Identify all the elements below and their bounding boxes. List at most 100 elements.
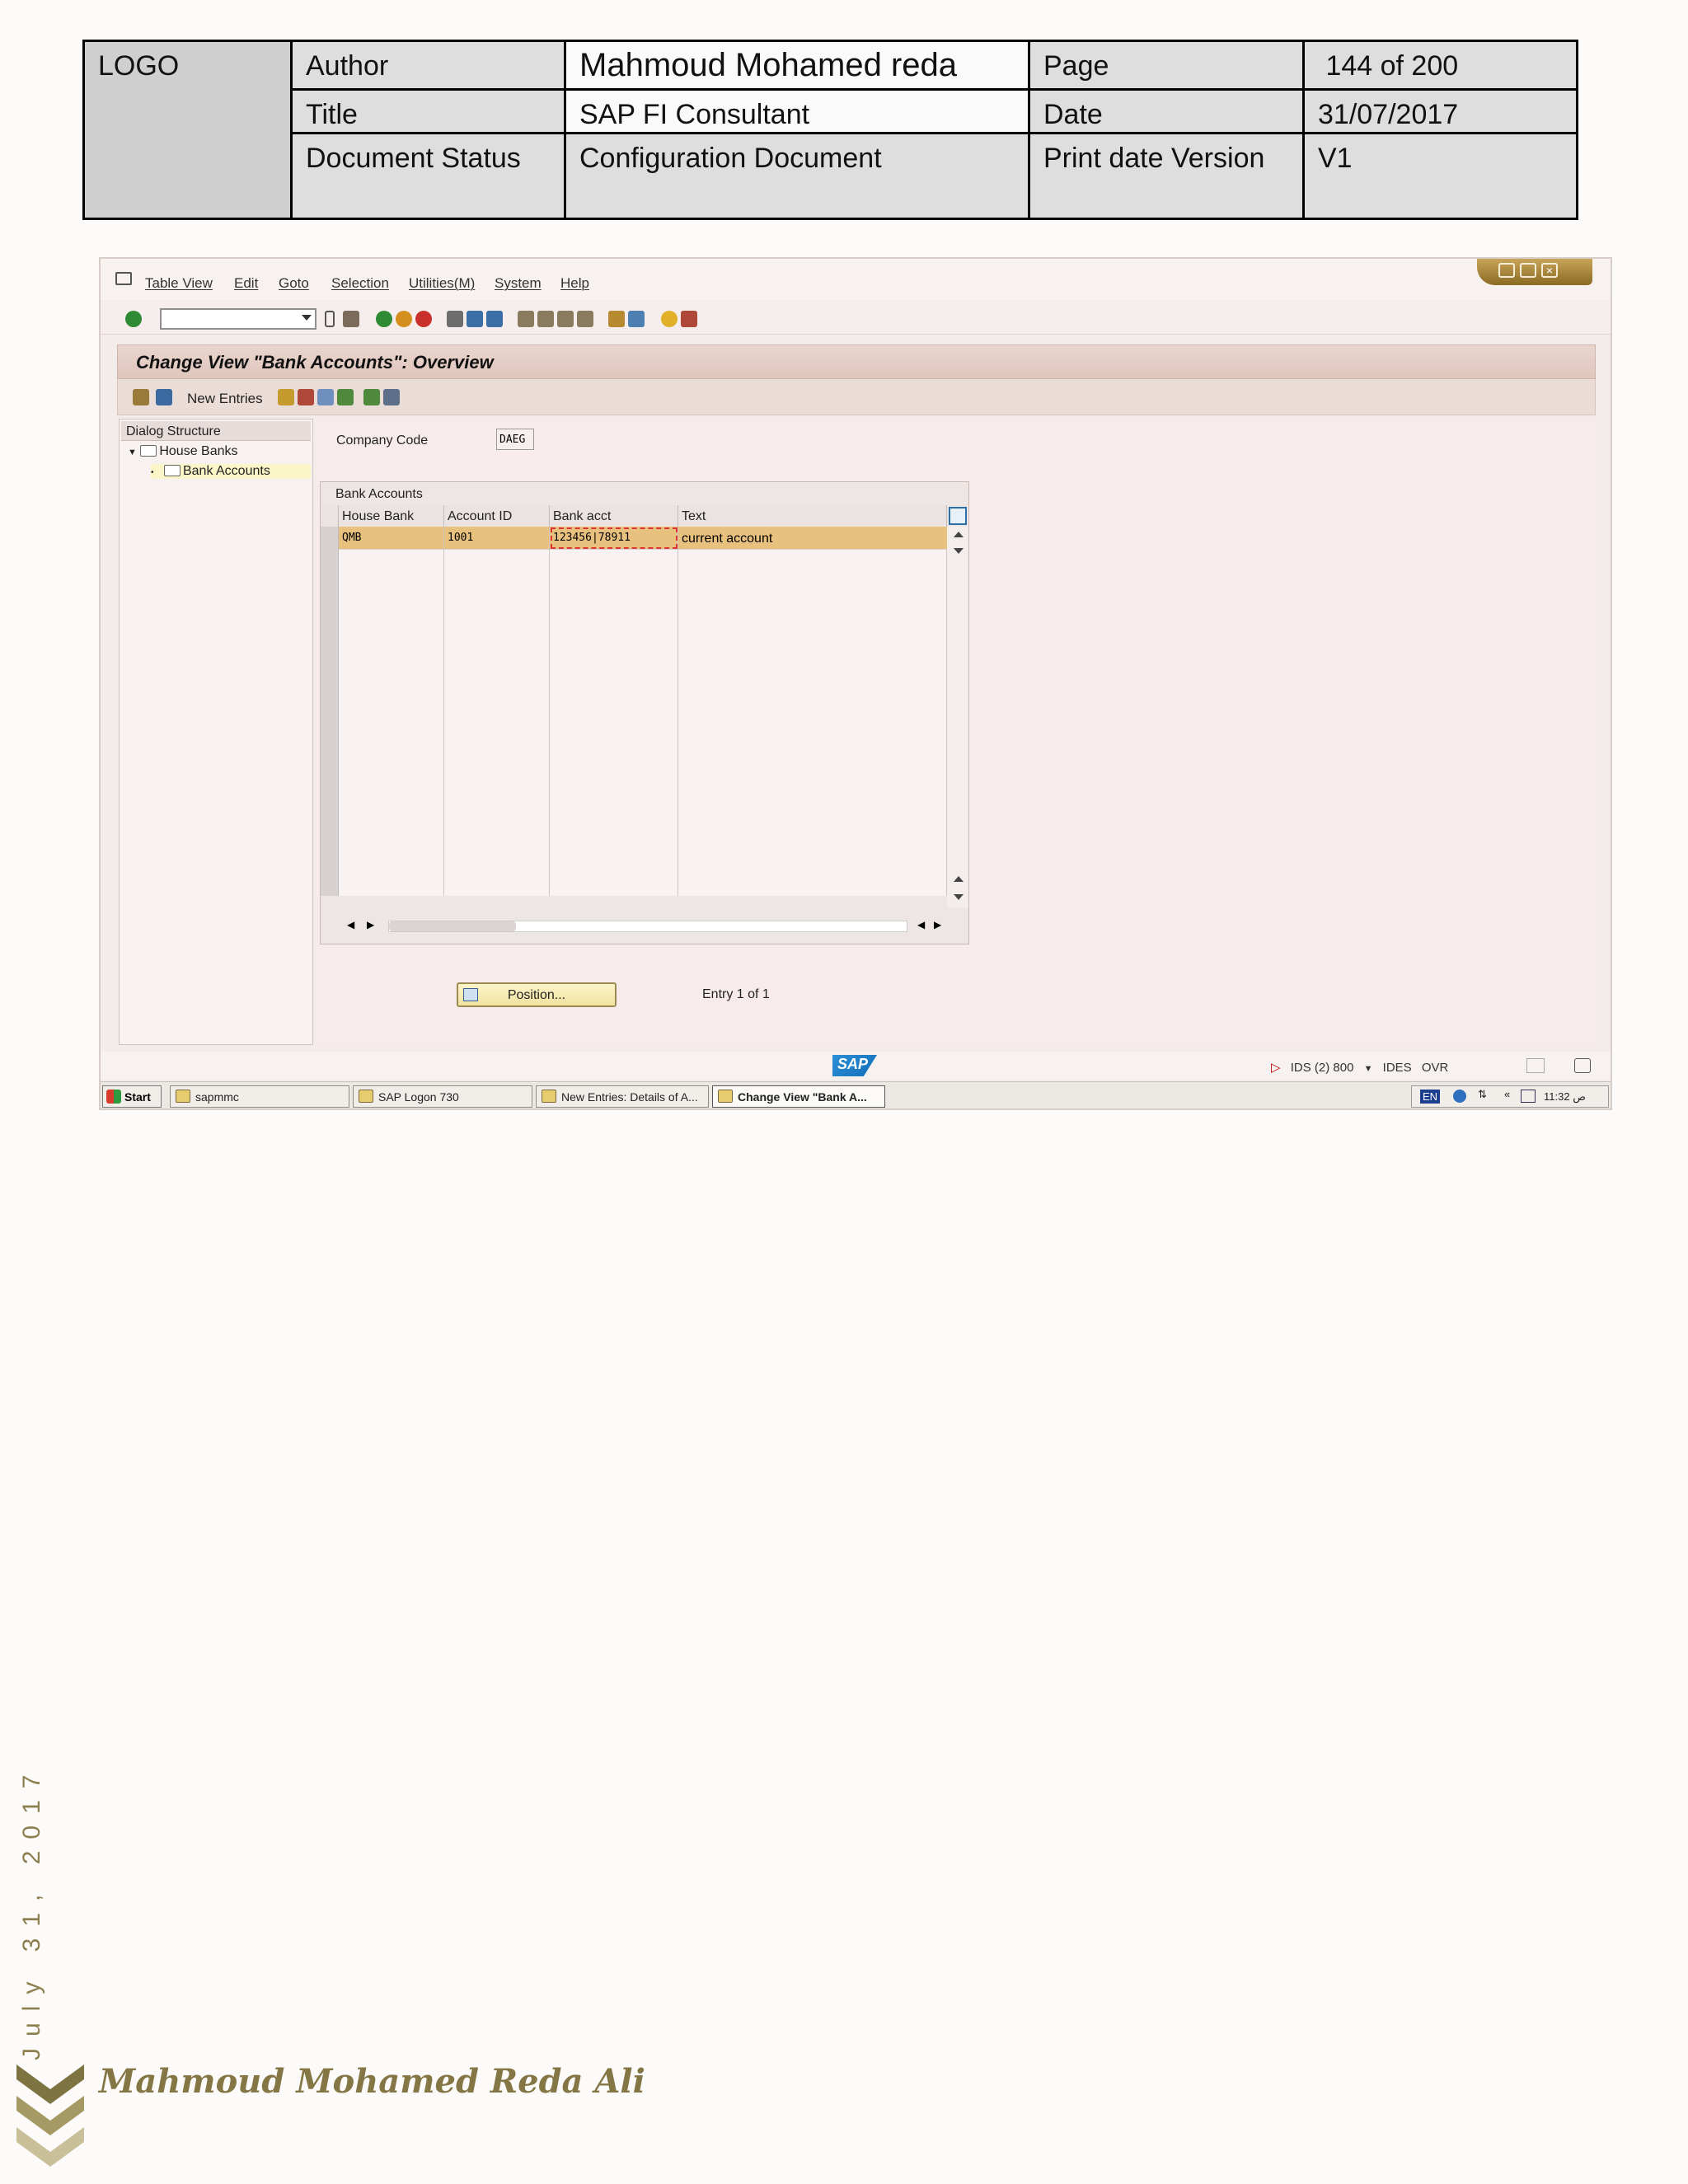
empty-cell[interactable]	[678, 619, 947, 642]
row-selector[interactable]	[321, 665, 339, 688]
new-entries-button[interactable]: New Entries	[187, 391, 263, 407]
table-row-empty[interactable]	[321, 619, 947, 642]
row-selector[interactable]	[321, 873, 339, 896]
column-header-house-bank[interactable]: House Bank	[339, 505, 444, 527]
empty-cell[interactable]	[444, 596, 550, 619]
empty-cell[interactable]	[678, 711, 947, 734]
minimize-icon[interactable]	[1498, 263, 1515, 278]
empty-cell[interactable]	[444, 711, 550, 734]
deselect-all-icon[interactable]	[383, 389, 400, 405]
task-change-view[interactable]: Change View "Bank A...	[712, 1085, 885, 1108]
scroll-right-end-icon[interactable]: ▶	[934, 919, 941, 930]
row-selector[interactable]	[321, 688, 339, 711]
empty-cell[interactable]	[550, 688, 678, 711]
scroll-right-icon[interactable]: ▶	[367, 919, 374, 930]
empty-cell[interactable]	[678, 827, 947, 850]
show-hidden-icons[interactable]: «	[1504, 1088, 1510, 1100]
scroll-track[interactable]	[388, 921, 907, 932]
page-down-icon[interactable]	[954, 894, 964, 900]
table-row[interactable]: QMB 1001 123456|78911 current account	[321, 527, 947, 550]
maximize-icon[interactable]	[1520, 263, 1536, 278]
empty-cell[interactable]	[678, 873, 947, 896]
menu-system[interactable]: System	[495, 275, 542, 292]
empty-cell[interactable]	[444, 873, 550, 896]
empty-cell[interactable]	[339, 711, 444, 734]
empty-cell[interactable]	[339, 688, 444, 711]
language-indicator[interactable]: EN	[1420, 1090, 1441, 1104]
row-selector[interactable]	[321, 804, 339, 827]
empty-cell[interactable]	[339, 757, 444, 780]
empty-cell[interactable]	[339, 734, 444, 757]
column-header-text[interactable]: Text	[678, 505, 947, 527]
empty-cell[interactable]	[678, 850, 947, 873]
select-all-icon[interactable]	[337, 389, 354, 405]
change-display-icon[interactable]	[133, 389, 149, 405]
empty-cell[interactable]	[678, 804, 947, 827]
table-row-empty[interactable]	[321, 804, 947, 827]
find-icon[interactable]	[467, 311, 483, 327]
row-selector[interactable]	[321, 827, 339, 850]
menu-selection[interactable]: Selection	[331, 275, 389, 292]
table-row-empty[interactable]	[321, 850, 947, 873]
cell-house-bank[interactable]: QMB	[339, 527, 444, 550]
row-selector[interactable]	[321, 619, 339, 642]
empty-cell[interactable]	[444, 619, 550, 642]
row-selector[interactable]	[321, 642, 339, 665]
row-selector[interactable]	[321, 596, 339, 619]
menu-goto[interactable]: Goto	[279, 275, 309, 292]
help-tray-icon[interactable]	[1453, 1090, 1466, 1103]
empty-cell[interactable]	[550, 780, 678, 804]
row-selector[interactable]	[321, 711, 339, 734]
empty-cell[interactable]	[339, 850, 444, 873]
session-icon[interactable]	[1526, 1058, 1545, 1073]
select-block-icon[interactable]	[363, 389, 380, 405]
system-client[interactable]: IDS (2) 800	[1291, 1061, 1354, 1075]
undo-change-icon[interactable]	[317, 389, 334, 405]
empty-cell[interactable]	[550, 642, 678, 665]
find-next-icon[interactable]	[486, 311, 503, 327]
cell-account-id[interactable]: 1001	[444, 527, 550, 550]
empty-cell[interactable]	[339, 804, 444, 827]
delete-icon[interactable]	[298, 389, 314, 405]
table-row-empty[interactable]	[321, 780, 947, 804]
back-icon[interactable]	[376, 311, 392, 327]
empty-cell[interactable]	[339, 619, 444, 642]
back-arrow-icon[interactable]	[325, 311, 335, 327]
empty-cell[interactable]	[678, 642, 947, 665]
clock[interactable]: 11:32 ص	[1544, 1090, 1586, 1104]
column-header-bank-acct[interactable]: Bank acct	[550, 505, 678, 527]
next-page-icon[interactable]	[557, 311, 574, 327]
company-code-field[interactable]: DAEG	[496, 429, 534, 450]
cell-text[interactable]: current account	[678, 527, 947, 550]
empty-cell[interactable]	[550, 850, 678, 873]
empty-cell[interactable]	[550, 665, 678, 688]
empty-cell[interactable]	[678, 550, 947, 573]
scroll-up-icon[interactable]	[954, 532, 964, 537]
table-settings-icon[interactable]	[949, 507, 967, 525]
table-row-empty[interactable]	[321, 596, 947, 619]
table-row-empty[interactable]	[321, 827, 947, 850]
empty-cell[interactable]	[678, 665, 947, 688]
task-sap-logon[interactable]: SAP Logon 730	[353, 1085, 532, 1108]
empty-cell[interactable]	[339, 873, 444, 896]
table-row-empty[interactable]	[321, 711, 947, 734]
status-triangle-icon[interactable]: ▷	[1271, 1061, 1281, 1075]
empty-cell[interactable]	[550, 573, 678, 596]
empty-cell[interactable]	[444, 734, 550, 757]
display-change-icon[interactable]	[156, 389, 172, 405]
empty-cell[interactable]	[339, 642, 444, 665]
empty-cell[interactable]	[444, 850, 550, 873]
empty-cell[interactable]	[678, 688, 947, 711]
table-row-empty[interactable]	[321, 734, 947, 757]
empty-cell[interactable]	[678, 573, 947, 596]
row-selector[interactable]	[321, 527, 339, 550]
empty-cell[interactable]	[550, 711, 678, 734]
table-row-empty[interactable]	[321, 642, 947, 665]
empty-cell[interactable]	[444, 665, 550, 688]
scroll-left-end-icon[interactable]: ◀	[917, 919, 925, 930]
previous-page-icon[interactable]	[537, 311, 554, 327]
empty-cell[interactable]	[550, 827, 678, 850]
table-row-empty[interactable]	[321, 757, 947, 780]
select-all-column-header[interactable]	[321, 505, 339, 527]
save-icon[interactable]	[343, 311, 359, 327]
